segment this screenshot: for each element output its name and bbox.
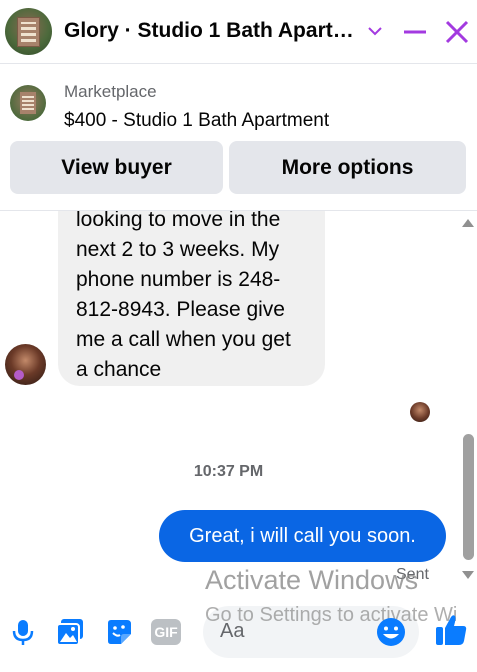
incoming-message-text: looking to move in the next 2 to 3 weeks… <box>76 211 291 381</box>
scrollbar-thumb[interactable] <box>463 434 474 560</box>
photo-icon[interactable] <box>55 617 85 647</box>
emoji-icon[interactable] <box>375 616 407 648</box>
apartment-avatar[interactable] <box>5 8 52 55</box>
message-timestamp: 10:37 PM <box>193 463 264 480</box>
thumbs-up-icon[interactable] <box>433 612 469 648</box>
more-options-button[interactable]: More options <box>229 141 466 194</box>
listing-title[interactable]: $400 - Studio 1 Bath Apartment <box>64 110 329 132</box>
windows-activation-watermark: Activate Windows <box>205 565 419 595</box>
marketplace-label: Marketplace <box>64 82 157 101</box>
windows-activation-subtext: Go to Settings to activate Wi <box>205 604 458 626</box>
outgoing-message-bubble[interactable]: Great, i will call you soon. <box>159 510 446 562</box>
message-thread[interactable]: looking to move in the next 2 to 3 weeks… <box>0 211 457 594</box>
gif-icon[interactable]: GIF <box>151 619 181 645</box>
seen-indicator-avatar <box>410 402 430 422</box>
microphone-icon[interactable] <box>8 617 38 647</box>
minimize-icon[interactable] <box>403 21 427 43</box>
marketplace-listing-bar: Marketplace $400 - Studio 1 Bath Apartme… <box>0 64 477 211</box>
conversation-title[interactable]: Glory · Studio 1 Bath Apart… <box>64 19 354 43</box>
sticker-icon[interactable] <box>104 617 134 647</box>
scroll-down-arrow-icon[interactable] <box>462 571 474 579</box>
sender-avatar[interactable] <box>5 344 46 385</box>
incoming-message-bubble[interactable]: looking to move in the next 2 to 3 weeks… <box>58 211 325 386</box>
chevron-down-icon[interactable] <box>366 22 384 40</box>
view-buyer-button[interactable]: View buyer <box>10 141 223 194</box>
listing-thumbnail[interactable] <box>10 85 46 121</box>
scroll-up-arrow-icon[interactable] <box>462 219 474 227</box>
close-icon[interactable] <box>444 19 470 45</box>
chat-header: Glory · Studio 1 Bath Apart… <box>0 0 477 64</box>
